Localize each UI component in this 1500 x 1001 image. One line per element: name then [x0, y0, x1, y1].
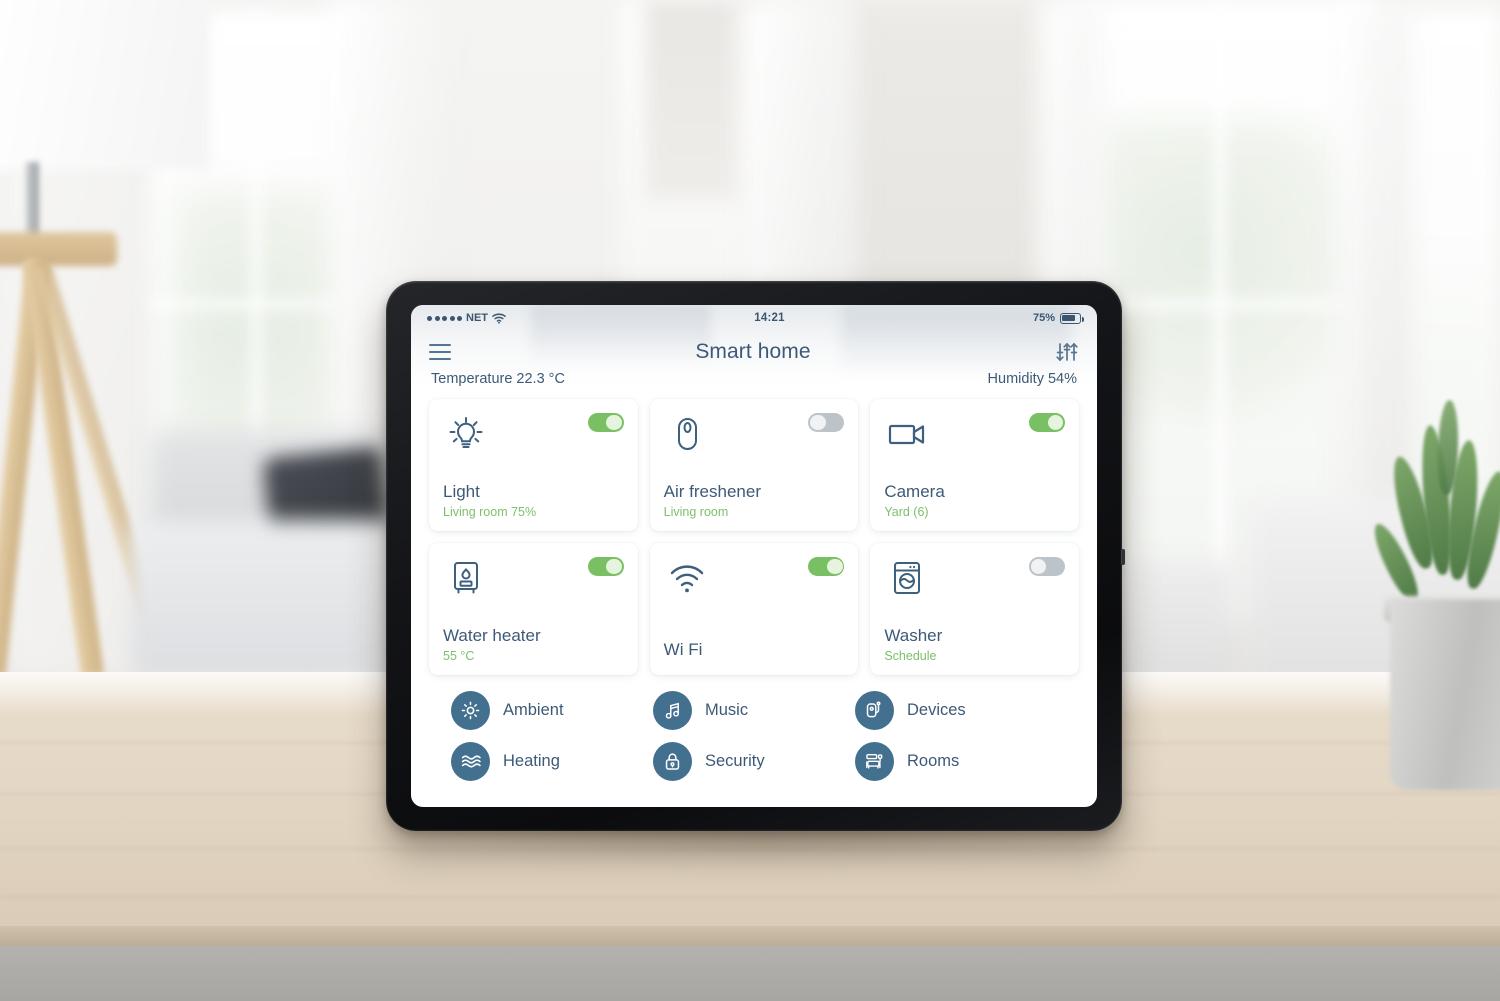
hamburger-icon[interactable] [429, 344, 451, 360]
menu-item-label: Security [705, 752, 765, 770]
window-shade [645, 0, 755, 200]
menu-item-heating[interactable]: Heating [451, 742, 653, 781]
menu-item-ambient[interactable]: Ambient [451, 691, 653, 730]
device-card-text: Washer Schedule [884, 627, 1065, 663]
device-title: Air freshener [663, 482, 761, 502]
menu-item-security[interactable]: Security [653, 742, 855, 781]
foliage-right [1100, 120, 1350, 450]
lamp-neck [26, 162, 39, 242]
sun-icon [451, 691, 490, 730]
equalizer-icon[interactable] [1055, 341, 1079, 363]
device-card-text: Water heater 55 °C [443, 627, 624, 663]
carrier-label: NET [466, 312, 488, 324]
lamp-shade [0, 0, 210, 170]
device-card-text: Air freshener Living room [664, 483, 845, 519]
wifi-icon [664, 557, 710, 599]
device-subtitle: Living room 75% [443, 505, 537, 519]
device-title: Camera [884, 482, 945, 502]
wood-grain [0, 896, 1500, 898]
status-bar-left: NET [427, 312, 506, 324]
tablet-device: NET 14:21 75% Smart home Temperature 22.… [386, 281, 1125, 831]
waves-icon [451, 742, 490, 781]
device-subtitle: Schedule [884, 649, 937, 663]
lamp-hub [0, 232, 117, 266]
device-subtitle: 55 °C [443, 649, 475, 663]
music-icon [653, 691, 692, 730]
lock-icon [653, 742, 692, 781]
device-card-grid: Light Living room 75% Air freshener Livi… [411, 387, 1097, 675]
washer-icon [884, 557, 930, 599]
floor [0, 946, 1500, 1001]
device-card-washer[interactable]: Washer Schedule [870, 543, 1079, 675]
device-title: Washer [884, 626, 943, 646]
armchair-back [1115, 560, 1235, 690]
camera-icon [884, 413, 930, 455]
menu-item-label: Heating [503, 752, 560, 770]
wifi-icon [492, 313, 506, 324]
signal-strength-icon [427, 315, 462, 321]
app-bar: Smart home [411, 329, 1097, 375]
table-edge [0, 926, 1500, 948]
device-card-water-heater[interactable]: Water heater 55 °C [429, 543, 638, 675]
device-subtitle: Yard (6) [884, 505, 929, 519]
window-mullion [1215, 0, 1225, 620]
device-toggle-washer[interactable] [1029, 557, 1065, 576]
temperature-label: Temperature 22.3 °C [431, 371, 565, 387]
battery-percent-label: 75% [1032, 312, 1055, 324]
device-card-wifi[interactable]: Wi Fi [649, 543, 859, 675]
lightbulb-icon [443, 413, 489, 455]
environment-row: Temperature 22.3 °C Humidity 54% [411, 371, 1097, 387]
plug-icon [855, 691, 894, 730]
device-title: Wi Fi [663, 640, 703, 660]
water-heater-icon [443, 557, 489, 599]
device-card-text: Wi Fi [664, 641, 845, 663]
plant-pot [1390, 600, 1500, 790]
device-card-light[interactable]: Light Living room 75% [429, 399, 638, 531]
menu-item-devices[interactable]: Devices [855, 691, 1057, 730]
device-subtitle: Living room [663, 505, 729, 519]
device-card-air-freshener[interactable]: Air freshener Living room [649, 399, 859, 531]
device-toggle-light[interactable] [587, 413, 624, 432]
menu-item-music[interactable]: Music [653, 691, 855, 730]
status-bar-right: 75% [1032, 312, 1084, 324]
shortcut-menu: Ambient Music Devices Heating Security R… [411, 675, 1097, 781]
device-toggle-air-freshener[interactable] [808, 413, 845, 432]
rooms-icon [855, 742, 894, 781]
device-card-camera[interactable]: Camera Yard (6) [870, 399, 1079, 531]
menu-item-rooms[interactable]: Rooms [855, 742, 1057, 781]
device-title: Light [443, 482, 480, 502]
power-button[interactable] [1121, 549, 1125, 565]
humidity-label: Humidity 54% [987, 371, 1077, 387]
tablet-screen: NET 14:21 75% Smart home Temperature 22.… [411, 305, 1097, 807]
battery-icon [1060, 312, 1084, 324]
air-freshener-icon [664, 413, 710, 455]
device-toggle-water-heater[interactable] [587, 557, 624, 576]
page-title: Smart home [695, 340, 811, 363]
device-toggle-camera[interactable] [1029, 413, 1065, 432]
menu-item-label: Rooms [907, 752, 960, 770]
device-card-text: Light Living room 75% [443, 483, 624, 519]
device-title: Water heater [443, 626, 541, 646]
menu-item-label: Music [705, 701, 749, 719]
device-toggle-wifi[interactable] [808, 557, 845, 576]
menu-item-label: Devices [907, 701, 966, 719]
clock: 14:21 [754, 312, 785, 324]
status-bar: NET 14:21 75% [411, 305, 1097, 329]
device-card-text: Camera Yard (6) [884, 483, 1065, 519]
menu-item-label: Ambient [503, 701, 564, 719]
